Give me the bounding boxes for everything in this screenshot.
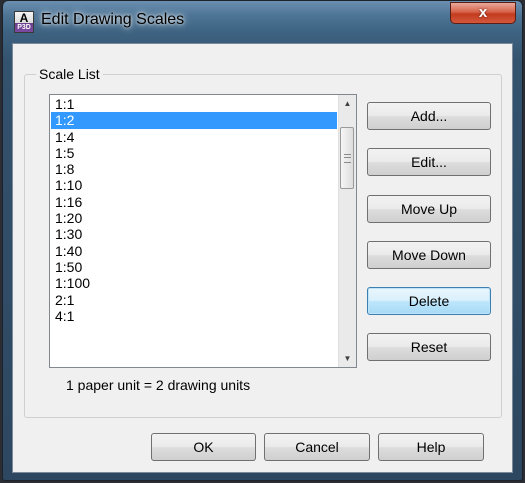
scale-listbox[interactable]: 1:1 1:2 1:4 1:5 1:8 1:10 1:16 1:20 1:30 1:40 1:50 1… — [49, 94, 357, 368]
window-title: Edit Drawing Scales — [41, 11, 185, 28]
app-icon-sub-label: P3D — [17, 24, 31, 31]
close-button[interactable]: x — [450, 2, 516, 24]
autocad-p3d-app-icon: A P3D — [14, 11, 34, 33]
scale-list-item[interactable]: 1:40 — [51, 243, 337, 259]
scale-list-item[interactable]: 1:100 — [51, 275, 337, 291]
scale-list-item[interactable]: 2:1 — [51, 292, 337, 308]
move-down-button[interactable]: Move Down — [367, 241, 491, 269]
scroll-down-arrow-icon[interactable]: ▼ — [339, 350, 356, 367]
scale-list-item[interactable]: 4:1 — [51, 308, 337, 324]
scrollbar-thumb[interactable] — [340, 127, 354, 189]
close-icon: x — [478, 4, 488, 21]
edit-button[interactable]: Edit... — [367, 148, 491, 176]
add-button[interactable]: Add... — [367, 102, 491, 130]
move-up-button[interactable]: Move Up — [367, 195, 491, 223]
scale-list-item[interactable]: 1:10 — [51, 177, 337, 193]
scale-list-item[interactable]: 1:30 — [51, 226, 337, 242]
scale-list-items: 1:1 1:2 1:4 1:5 1:8 1:10 1:16 1:20 1:30 1:40 1:50 1… — [51, 96, 337, 324]
scale-list-item[interactable]: 1:50 — [51, 259, 337, 275]
dialog-window: A P3D Edit Drawing Scales x Scale List 1… — [2, 0, 523, 481]
scale-status-text: 1 paper unit = 2 drawing units — [66, 377, 251, 393]
scale-list-item[interactable]: 1:5 — [51, 145, 337, 161]
dialog-client-area: Scale List 1:1 1:2 1:4 1:5 1:8 1:10 1:16 1:20 1:… — [12, 43, 513, 473]
scale-list-item[interactable]: 1:16 — [51, 194, 337, 210]
scale-list-item[interactable]: 1:1 — [51, 96, 337, 112]
scale-list-item[interactable]: 1:2 — [51, 112, 337, 129]
reset-button[interactable]: Reset — [367, 333, 491, 361]
cancel-button[interactable]: Cancel — [264, 433, 370, 461]
scale-list-group-label: Scale List — [36, 66, 103, 82]
title-bar[interactable]: A P3D Edit Drawing Scales x — [3, 1, 522, 43]
ok-button[interactable]: OK — [151, 433, 256, 461]
scrollbar-grip-icon — [344, 154, 351, 163]
scale-list-item[interactable]: 1:4 — [51, 129, 337, 145]
scale-list-item[interactable]: 1:8 — [51, 161, 337, 177]
vertical-scrollbar[interactable]: ▲ ▼ — [338, 95, 356, 367]
scale-list-item[interactable]: 1:20 — [51, 210, 337, 226]
scroll-up-arrow-icon[interactable]: ▲ — [339, 95, 356, 112]
help-button[interactable]: Help — [378, 433, 484, 461]
delete-button[interactable]: Delete — [367, 287, 491, 315]
